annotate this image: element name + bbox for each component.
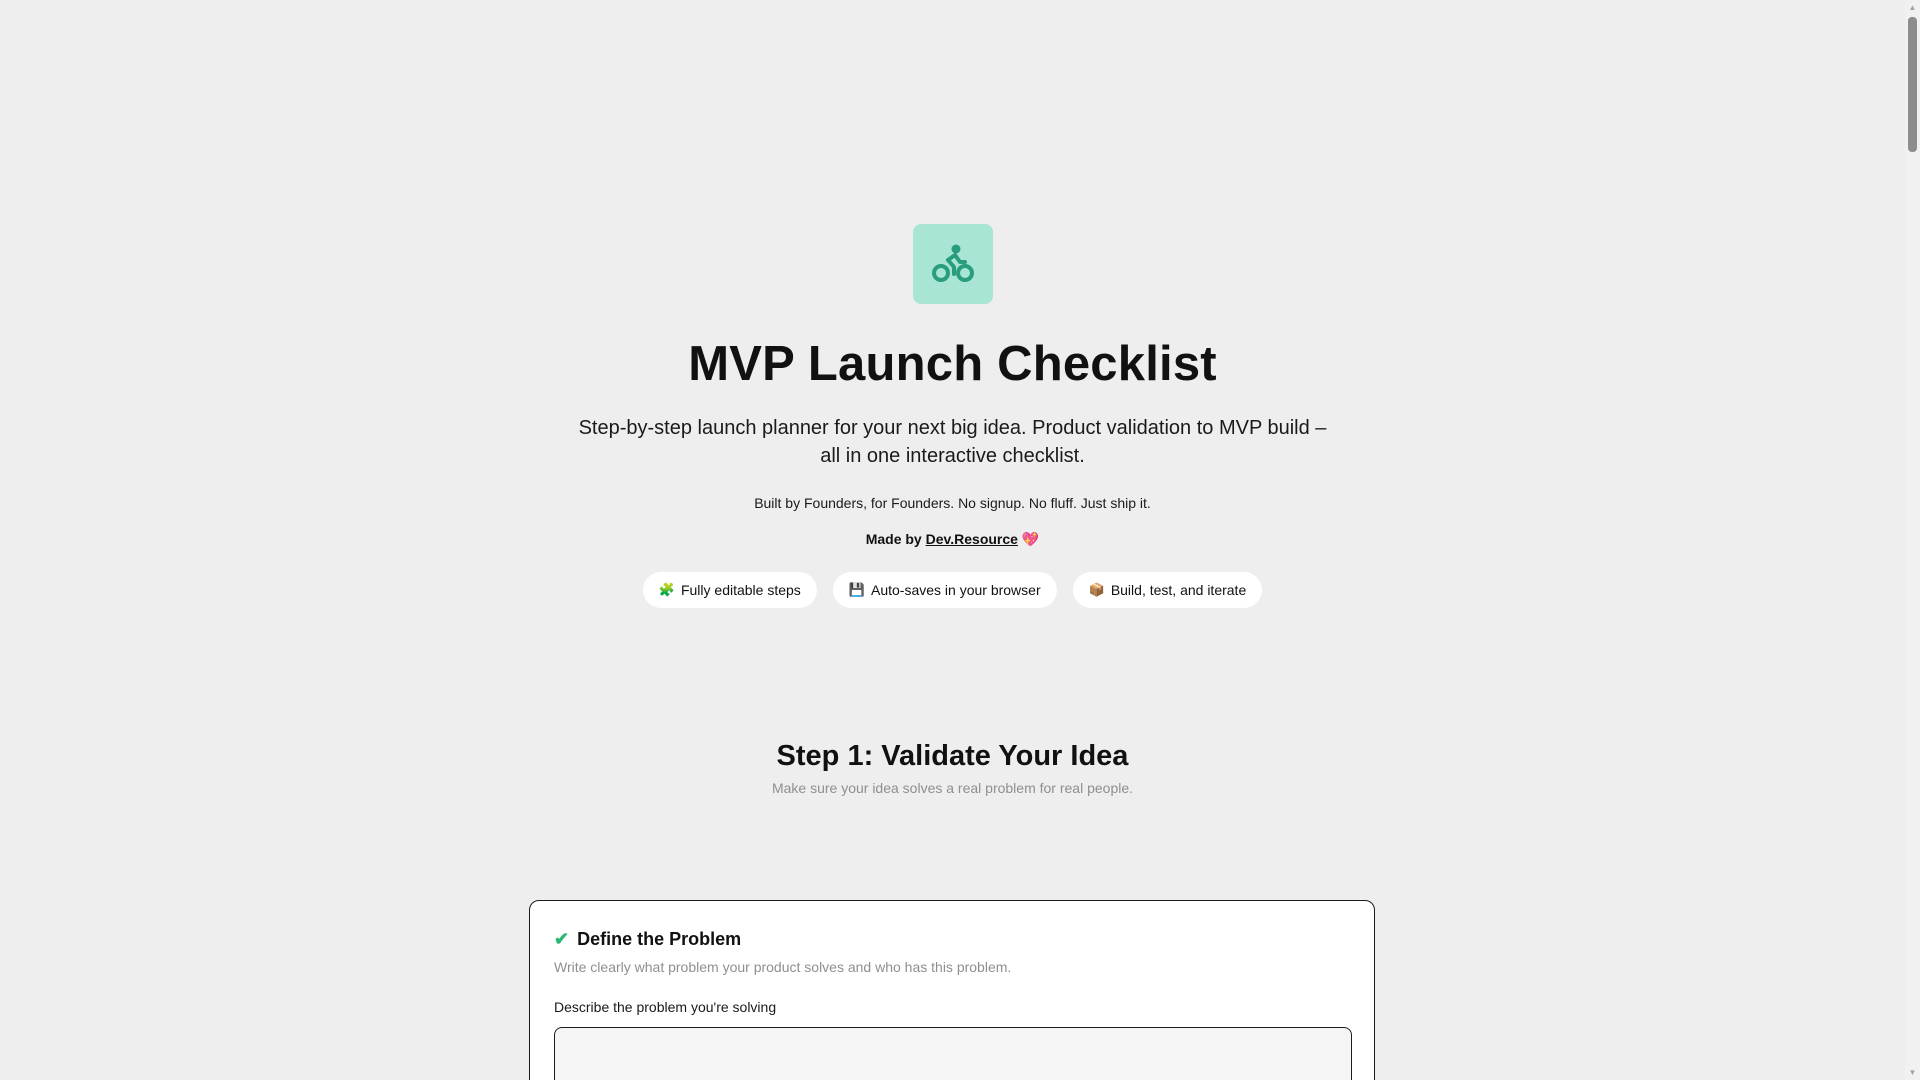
feature-pill-label: Build, test, and iterate [1110,582,1247,598]
step-description: Make sure your idea solves a real proble… [771,780,1134,796]
logo-tile [912,224,993,304]
problem-textarea[interactable] [554,1027,1352,1080]
step-title: Step 1: Validate Your Idea [776,740,1129,772]
checklist-card: ✔ Define the Problem Write clearly what … [529,900,1375,1080]
page-subtitle: Step-by-step launch planner for your nex… [578,417,1327,467]
floppy-disk-icon: 💾 [848,582,865,597]
feature-pill-editable: 🧩 Fully editable steps [642,572,817,608]
made-by-prefix: Made by [865,531,922,547]
feature-pills: 🧩 Fully editable steps 💾 Auto-saves in y… [0,572,1905,608]
scrollbar-thumb[interactable] [1908,17,1917,152]
feature-pill-build: 📦 Build, test, and iterate [1072,572,1263,608]
dev-resource-link[interactable]: Dev.Resource [926,531,1018,547]
vertical-scrollbar[interactable]: ▲ ▼ [1905,0,1920,1080]
card-title: Define the Problem [577,929,742,949]
heart-icon: 💖 [1021,531,1040,547]
feature-pill-label: Fully editable steps [680,582,801,598]
scroll-down-arrow-icon[interactable]: ▼ [1905,1065,1920,1080]
tagline: Built by Founders, for Founders. No sign… [754,495,1151,511]
page-title: MVP Launch Checklist [688,337,1217,391]
bicycle-rider-icon [931,244,974,282]
scroll-up-arrow-icon[interactable]: ▲ [1905,0,1920,15]
puzzle-icon: 🧩 [658,582,675,597]
card-description: Write clearly what problem your product … [554,959,1012,975]
problem-field-label: Describe the problem you're solving [554,999,777,1015]
feature-pill-label: Auto-saves in your browser [870,582,1041,598]
package-icon: 📦 [1088,582,1105,597]
feature-pill-autosave: 💾 Auto-saves in your browser [832,572,1057,608]
hero-section: MVP Launch Checklist Step-by-step launch… [0,224,1905,608]
checkmark-icon[interactable]: ✔ [554,927,569,951]
page: MVP Launch Checklist Step-by-step launch… [0,0,1905,1080]
card-header: ✔ Define the Problem [554,927,1350,951]
step-header: Step 1: Validate Your Idea Make sure you… [0,738,1905,798]
made-by-credit: Made by Dev.Resource 💖 [0,530,1905,548]
